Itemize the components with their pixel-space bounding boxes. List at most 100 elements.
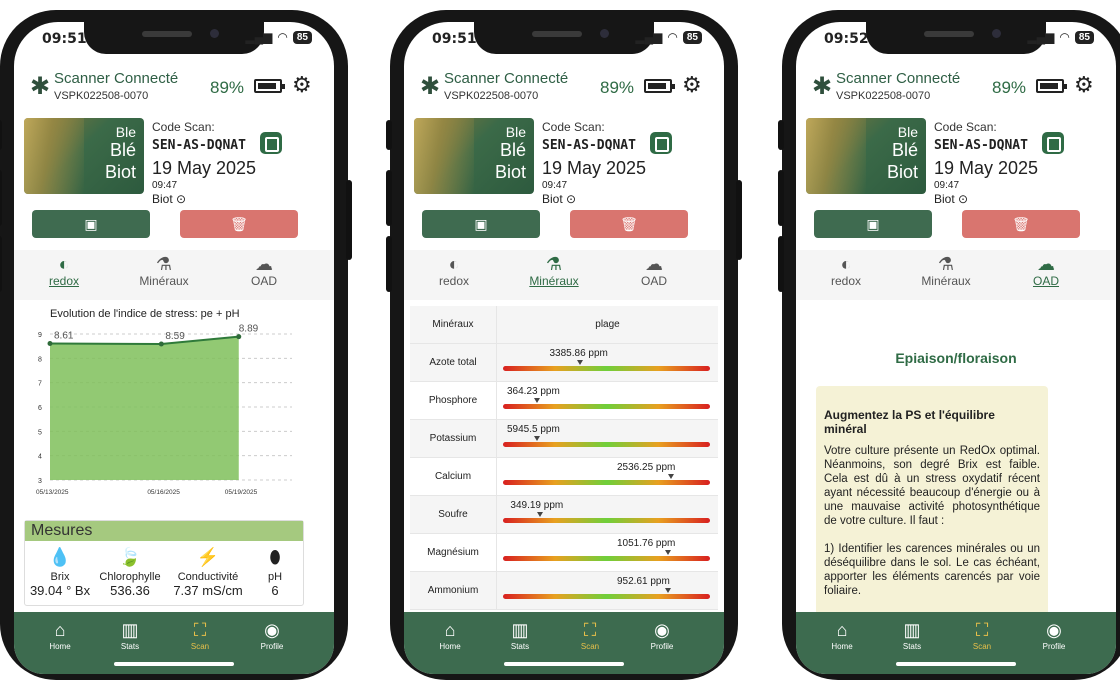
y-tick-label: 4 xyxy=(38,454,42,461)
nav-stats[interactable]: ▥ Stats xyxy=(100,620,160,651)
crop-label-2: Blé xyxy=(891,140,918,160)
scan-time: 09:47 xyxy=(152,180,178,191)
mineral-value: 3385.86 ppm xyxy=(549,348,608,359)
save-button[interactable]: ▣ xyxy=(814,210,932,238)
leaf-icon: ◐ xyxy=(448,254,460,274)
bluetooth-icon[interactable]: ✱ xyxy=(30,72,50,101)
mesure-chlorophylle: 🍃 Chlorophylle 536.36 xyxy=(95,547,165,598)
location-label: Biot xyxy=(152,192,173,206)
value-marker xyxy=(668,474,675,479)
table-row: Potassium 5945.5 ppm xyxy=(410,420,718,458)
nav-home[interactable]: ⌂ Home xyxy=(30,620,90,651)
bluetooth-icon[interactable]: ✱ xyxy=(420,72,440,101)
tab-oad[interactable]: ☁ OAD xyxy=(224,254,304,288)
nav-home[interactable]: ⌂ Home xyxy=(812,620,872,651)
y-tick-label: 7 xyxy=(38,381,42,388)
home-indicator[interactable] xyxy=(114,662,234,666)
nav-home-label: Home xyxy=(831,642,853,651)
cloud-icon: ☁ xyxy=(645,254,663,274)
nav-profile[interactable]: ◉ Profile xyxy=(242,620,302,651)
nav-home[interactable]: ⌂ Home xyxy=(420,620,480,651)
tab-oad[interactable]: ☁ OAD xyxy=(1006,254,1086,288)
location-label: Biot xyxy=(934,192,955,206)
scan-date: 19 May 2025 xyxy=(152,158,257,178)
nav-home-label: Home xyxy=(49,642,71,651)
mesure-name: Brix xyxy=(50,571,70,583)
nav-stats[interactable]: ▥ Stats xyxy=(490,620,550,651)
delete-button[interactable]: 🗑 xyxy=(180,210,298,238)
delete-button[interactable]: 🗑 xyxy=(962,210,1080,238)
nav-scan[interactable]: ⛶ Scan xyxy=(170,620,230,651)
crop-label-1: Ble xyxy=(115,124,136,140)
mineral-value: 349.19 ppm xyxy=(510,500,564,511)
tab-oad-label: OAD xyxy=(1032,274,1059,288)
nav-scan[interactable]: ⛶ Scan xyxy=(560,620,620,651)
phone-frame-3: 09:52 ▂▄▆ ◠ 85 ✱ Scanner Connecté VSPK02… xyxy=(778,10,1120,680)
tab-bar: ◐ redox ⚗ Minéraux ☁ OAD xyxy=(14,250,334,300)
leaf-icon: ◐ xyxy=(58,254,70,274)
bluetooth-icon[interactable]: ✱ xyxy=(812,72,832,101)
nav-profile[interactable]: ◉ Profile xyxy=(632,620,692,651)
device-id: VSPK022508-0070 xyxy=(54,90,149,102)
lightning-icon: ⚡ xyxy=(196,547,220,567)
range-cell: 3385.86 ppm xyxy=(496,344,718,381)
scan-location: Biot ⊙ xyxy=(934,192,968,206)
home-indicator[interactable] xyxy=(896,662,1016,666)
gradient-bar xyxy=(503,366,710,371)
tab-mineraux[interactable]: ⚗ Minéraux xyxy=(514,254,594,288)
mesure-value: 39.04 ° Bx xyxy=(29,583,91,598)
device-id: VSPK022508-0070 xyxy=(444,90,539,102)
home-indicator[interactable] xyxy=(504,662,624,666)
range-cell: 349.19 ppm xyxy=(496,496,718,533)
copy-icon[interactable] xyxy=(1042,132,1064,154)
mineral-value: 2536.25 ppm xyxy=(617,462,676,473)
y-tick-label: 3 xyxy=(38,478,42,485)
scan-time: 09:47 xyxy=(934,180,960,191)
save-button[interactable]: ▣ xyxy=(32,210,150,238)
tab-mineraux[interactable]: ⚗ Minéraux xyxy=(906,254,986,288)
notch xyxy=(474,22,654,54)
gear-icon[interactable]: ⚙ xyxy=(682,72,702,98)
scan-location: Biot ⊙ xyxy=(542,192,576,206)
save-icon: ▣ xyxy=(866,216,880,232)
delete-button[interactable]: 🗑 xyxy=(570,210,688,238)
trash-icon: 🗑 xyxy=(1012,216,1030,232)
nav-scan-label: Scan xyxy=(190,642,210,651)
tab-oad[interactable]: ☁ OAD xyxy=(614,254,694,288)
value-marker xyxy=(576,360,583,365)
status-icons: ▂▄▆ ◠ 85 xyxy=(245,30,312,44)
copy-icon[interactable] xyxy=(260,132,282,154)
battery-badge: 85 xyxy=(1074,30,1094,44)
value-marker xyxy=(534,398,540,403)
crop-label-2: Blé xyxy=(109,140,136,160)
tab-content: Minéraux plage Azote total 3385.86 ppm Pho… xyxy=(404,302,724,612)
save-button[interactable]: ▣ xyxy=(422,210,540,238)
table-row: Calcium 2536.25 ppm xyxy=(410,458,718,496)
gear-icon[interactable]: ⚙ xyxy=(292,72,312,98)
tab-redox[interactable]: ◐ redox xyxy=(24,254,104,288)
gear-icon[interactable]: ⚙ xyxy=(1074,72,1094,98)
table-row: Soufre 349.19 ppm xyxy=(410,496,718,534)
x-tick-label: 05/16/2025 xyxy=(147,489,180,496)
gradient-bar xyxy=(503,556,710,561)
app-header: ✱ Scanner Connecté VSPK022508-0070 89% ⚙ xyxy=(796,64,1116,114)
nav-stats-label: Stats xyxy=(510,642,530,651)
nav-profile[interactable]: ◉ Profile xyxy=(1024,620,1084,651)
mesures-title: Mesures xyxy=(25,521,303,541)
table-row: Azote total 3385.86 ppm xyxy=(410,344,718,382)
value-marker xyxy=(534,436,540,441)
tab-redox[interactable]: ◐ redox xyxy=(414,254,494,288)
location-pin-icon: ⊙ xyxy=(958,192,969,206)
home-icon: ⌂ xyxy=(444,620,456,640)
nav-scan[interactable]: ⛶ Scan xyxy=(952,620,1012,651)
copy-icon[interactable] xyxy=(650,132,672,154)
crop-label-2: Blé xyxy=(499,140,526,160)
nav-stats[interactable]: ▥ Stats xyxy=(882,620,942,651)
battery-badge: 85 xyxy=(292,30,312,44)
gradient-bar xyxy=(503,404,710,409)
nav-stats-label: Stats xyxy=(120,642,140,651)
tab-mineraux[interactable]: ⚗ Minéraux xyxy=(124,254,204,288)
tab-redox[interactable]: ◐ redox xyxy=(806,254,886,288)
app-header: ✱ Scanner Connecté VSPK022508-0070 89% ⚙ xyxy=(14,64,334,114)
value-marker xyxy=(664,550,671,555)
